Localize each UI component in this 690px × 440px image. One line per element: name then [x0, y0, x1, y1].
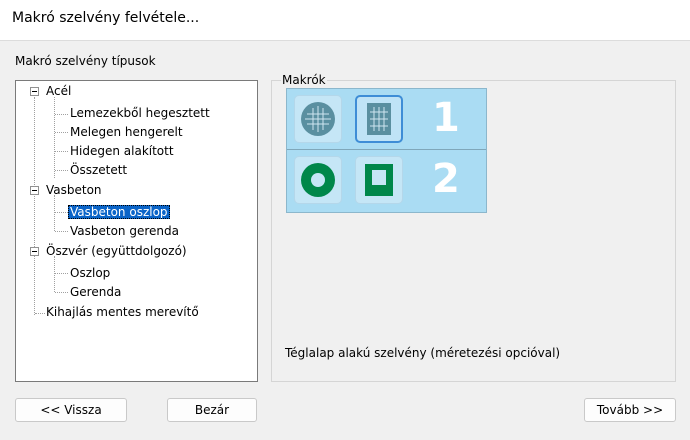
- tree-node-label: Kihajlás mentes merevítő: [46, 305, 199, 319]
- macro-panel: 1 2: [286, 88, 487, 213]
- hollow-rectangle-icon: [365, 164, 393, 196]
- macro-tile-hollow-circle[interactable]: [294, 156, 342, 204]
- tree-branch-line-vasbeton: [54, 195, 55, 231]
- tree-branch-line-acel: [54, 97, 55, 178]
- macro-row-number-2: 2: [432, 156, 460, 202]
- hollow-circle-icon: [301, 163, 335, 197]
- tree-hline: [55, 151, 68, 152]
- tree-root-line: [34, 97, 35, 315]
- tree-hline: [55, 231, 68, 232]
- next-button[interactable]: Tovább >>: [584, 398, 676, 422]
- tree-node-label: Lemezekből hegesztett: [70, 106, 210, 120]
- tree-node-melegen-hengerelt[interactable]: Melegen hengerelt: [68, 123, 185, 141]
- tree-node-label: Hidegen alakított: [70, 144, 174, 158]
- close-button[interactable]: Bezár: [167, 398, 257, 422]
- macro-tile-circle-grid[interactable]: [294, 95, 342, 143]
- tree-node-gerenda[interactable]: Gerenda: [68, 283, 123, 301]
- tree-hline: [55, 170, 68, 171]
- tree-node-oszlop[interactable]: Oszlop: [68, 264, 112, 282]
- tree-hline: [55, 292, 68, 293]
- section-type-tree[interactable]: Acél Lemezekből hegesztett Melegen henge…: [15, 80, 258, 382]
- tree-hline: [55, 273, 68, 274]
- tree-node-vasbeton[interactable]: Vasbeton: [44, 181, 104, 199]
- collapse-toggle-acel[interactable]: [30, 87, 39, 96]
- macro-tile-rect-grid[interactable]: [355, 95, 403, 143]
- tree-node-label: Vasbeton: [46, 183, 102, 197]
- tree-hline: [55, 132, 68, 133]
- tree-node-label: Gerenda: [70, 285, 122, 299]
- title-bar: Makró szelvény felvétele...: [0, 0, 690, 41]
- tree-node-label: Összetett: [70, 163, 128, 177]
- rect-rebar-grid-icon: [367, 103, 391, 135]
- tree-node-acel[interactable]: Acél: [44, 82, 73, 100]
- tree-section-label: Makró szelvény típusok: [15, 54, 156, 68]
- macro-row-divider: [287, 149, 486, 150]
- window-title: Makró szelvény felvétele...: [12, 10, 200, 26]
- tree-node-label: Vasbeton gerenda: [70, 224, 179, 238]
- tree-node-label: Vasbeton oszlop: [68, 205, 170, 219]
- tree-branch-line-oszver: [54, 256, 55, 292]
- tree-node-oszver[interactable]: Öszvér (együttdolgozó): [44, 242, 189, 260]
- back-button[interactable]: << Vissza: [15, 398, 127, 422]
- tree-node-osszetett[interactable]: Összetett: [68, 161, 129, 179]
- macro-description: Téglalap alakú szelvény (méretezési opci…: [285, 346, 561, 360]
- collapse-toggle-vasbeton[interactable]: [30, 186, 39, 195]
- tree-node-hidegen-alakitott[interactable]: Hidegen alakított: [68, 142, 176, 160]
- tree-hline: [55, 212, 68, 213]
- collapse-toggle-oszver[interactable]: [30, 247, 39, 256]
- tree-node-kihajlas-mentes-merevito[interactable]: Kihajlás mentes merevítő: [44, 303, 201, 321]
- tree-node-lemezekbol-hegesztett[interactable]: Lemezekből hegesztett: [68, 104, 212, 122]
- tree-hline: [55, 114, 68, 115]
- tree-node-label: Oszlop: [70, 266, 111, 280]
- macros-group-label: Makrók: [281, 73, 327, 87]
- circle-rebar-grid-icon: [301, 102, 335, 136]
- tree-node-vasbeton-oszlop[interactable]: Vasbeton oszlop: [68, 203, 170, 221]
- tree-node-label: Acél: [46, 84, 72, 98]
- tree-node-vasbeton-gerenda[interactable]: Vasbeton gerenda: [68, 222, 181, 240]
- tree-node-label: Öszvér (együttdolgozó): [46, 244, 187, 258]
- macro-row-number-1: 1: [432, 95, 460, 141]
- tree-node-label: Melegen hengerelt: [70, 125, 183, 139]
- macro-tile-hollow-rectangle[interactable]: [355, 156, 403, 204]
